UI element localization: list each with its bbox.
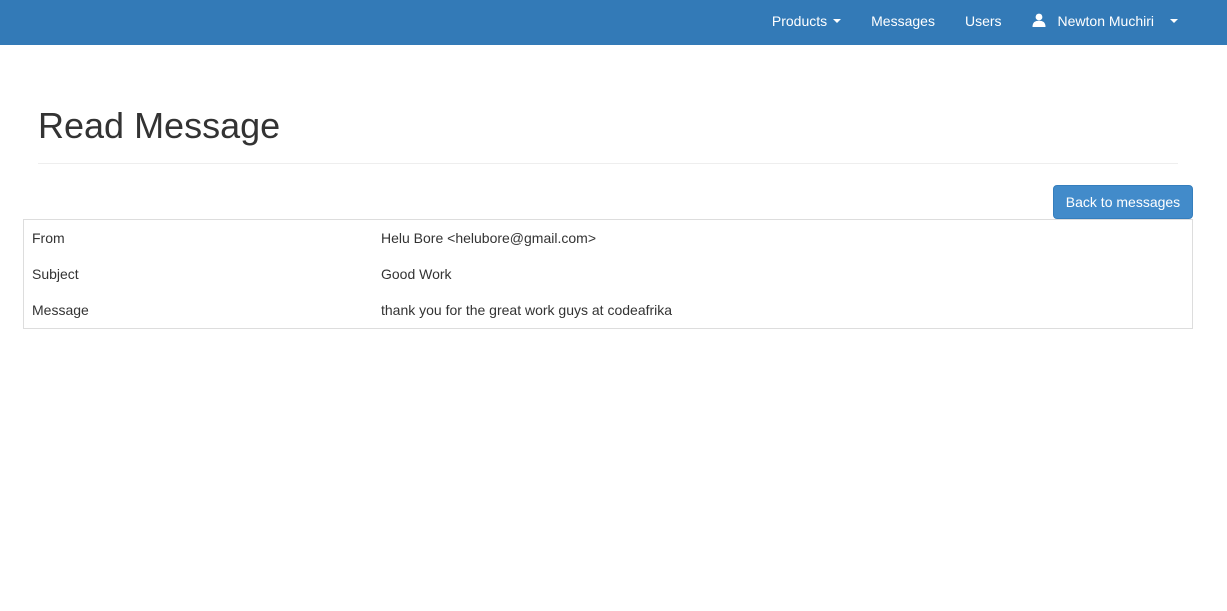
- title-divider: [38, 163, 1178, 164]
- table-row-subject: Subject Good Work: [24, 256, 1192, 292]
- nav-users-link[interactable]: Users: [950, 0, 1017, 41]
- message-label: Message: [32, 302, 89, 318]
- user-icon: [1032, 13, 1046, 27]
- nav-products-label: Products: [771, 12, 828, 29]
- message-body: thank you for the great work guys at cod…: [381, 302, 673, 318]
- nav-messages-link[interactable]: Messages: [856, 0, 950, 41]
- from-label: From: [32, 230, 65, 246]
- navbar-menu: Products Messages Users Newton Muchiri: [757, 0, 1193, 41]
- top-navbar: Products Messages Users Newton Muchiri: [0, 0, 1227, 45]
- nav-users-label: Users: [964, 12, 1002, 29]
- caret-down-icon: [833, 18, 842, 23]
- from-value: Helu Bore <helubore@gmail.com>: [381, 230, 596, 246]
- nav-messages-label: Messages: [871, 12, 935, 29]
- page-title: Read Message: [38, 105, 281, 146]
- caret-down-icon: [1170, 18, 1178, 23]
- nav-products-dropdown[interactable]: Products: [757, 0, 856, 41]
- subject-label: Subject: [32, 266, 79, 282]
- nav-user-name: Newton Muchiri: [1057, 12, 1154, 29]
- message-details-table: From Helu Bore <helubore@gmail.com> Subj…: [23, 219, 1193, 329]
- table-row-message: Message thank you for the great work guy…: [24, 292, 1192, 328]
- subject-value: Good Work: [381, 266, 452, 282]
- table-row-from: From Helu Bore <helubore@gmail.com>: [24, 220, 1192, 256]
- back-to-messages-button[interactable]: Back to messages: [1053, 185, 1193, 219]
- nav-user-dropdown[interactable]: Newton Muchiri: [1017, 0, 1193, 41]
